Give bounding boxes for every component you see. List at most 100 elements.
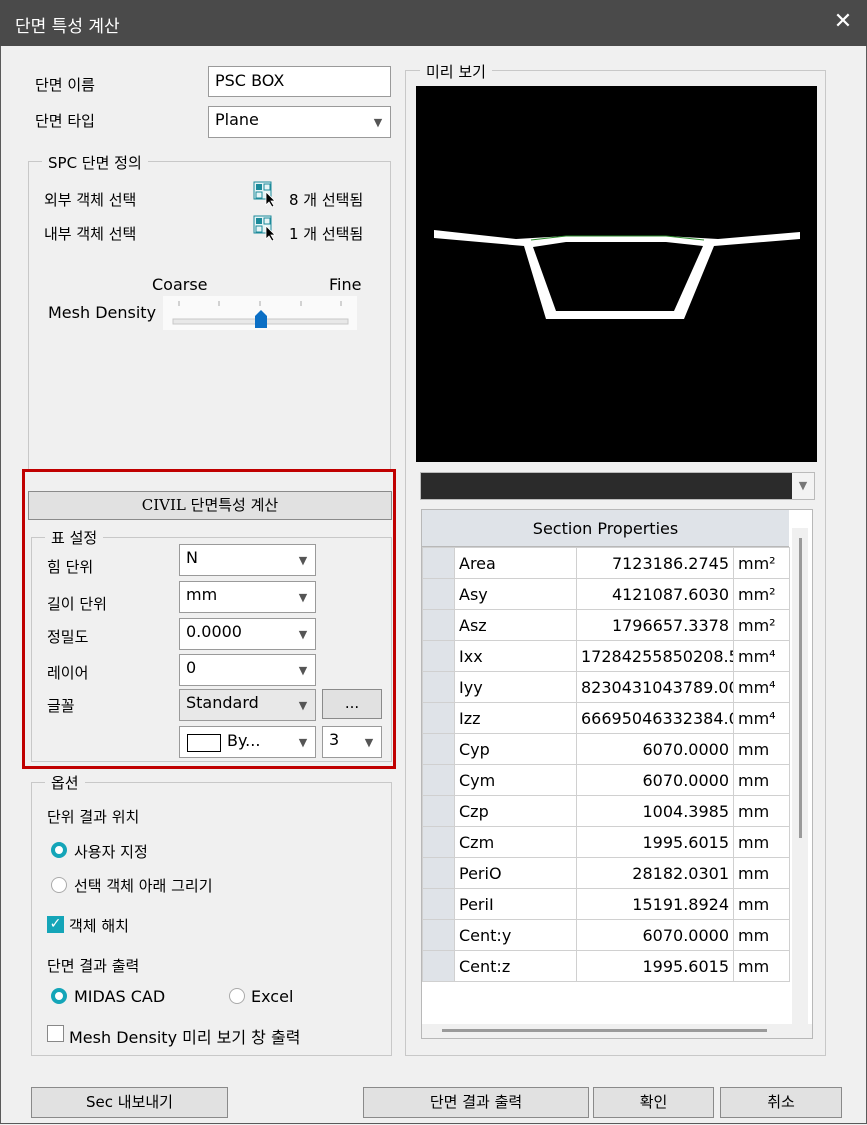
property-unit: mm bbox=[733, 919, 790, 951]
table-row[interactable]: PeriO 28182.0301 mm bbox=[422, 857, 790, 889]
h-scrollbar-thumb[interactable] bbox=[442, 1029, 767, 1032]
row-header-cell bbox=[422, 857, 455, 889]
section-properties-grid[interactable]: Section Properties Area 7123186.2745 mm² As… bbox=[421, 509, 813, 1039]
preview-group-label: 미리 보기 bbox=[420, 61, 492, 82]
row-header-cell bbox=[422, 795, 455, 827]
check-icon: ✓ bbox=[49, 916, 62, 932]
close-icon[interactable]: ✕ bbox=[829, 8, 857, 36]
preview-color-select[interactable]: ▼ bbox=[420, 472, 815, 500]
chevron-down-icon: ▼ bbox=[373, 115, 383, 129]
property-name: Cent:y bbox=[454, 919, 577, 951]
property-name: Czp bbox=[454, 795, 577, 827]
result-position-label: 단위 결과 위치 bbox=[47, 808, 140, 826]
row-header-cell bbox=[422, 764, 455, 796]
property-value: 1004.3985 bbox=[576, 795, 734, 827]
property-value: 6070.0000 bbox=[576, 919, 734, 951]
property-unit: mm bbox=[733, 950, 790, 982]
slider-thumb[interactable] bbox=[254, 310, 267, 328]
window-title: 단면 특성 계산 bbox=[15, 17, 120, 37]
inner-select-status: 1 개 선택됨 bbox=[289, 225, 364, 243]
table-row[interactable]: Asy 4121087.6030 mm² bbox=[422, 578, 790, 610]
section-name-input[interactable]: PSC BOX bbox=[208, 66, 391, 97]
table-row[interactable]: Cyp 6070.0000 mm bbox=[422, 733, 790, 765]
mesh-fine-label: Fine bbox=[329, 275, 362, 294]
table-row[interactable]: PeriI 15191.8924 mm bbox=[422, 888, 790, 920]
section-preview-canvas bbox=[416, 86, 817, 462]
scrollbar-thumb[interactable] bbox=[799, 538, 802, 838]
cancel-button[interactable]: 취소 bbox=[720, 1087, 842, 1118]
mesh-preview-label: Mesh Density 미리 보기 창 출력 bbox=[69, 1028, 301, 1047]
row-header-cell bbox=[422, 640, 455, 672]
section-properties-table: Area 7123186.2745 mm² Asy 4121087.6030 mm² Asz… bbox=[422, 547, 790, 982]
table-row[interactable]: Czm 1995.6015 mm bbox=[422, 826, 790, 858]
property-name: Izz bbox=[454, 702, 577, 734]
horizontal-scrollbar[interactable] bbox=[422, 1024, 812, 1038]
property-value: 7123186.2745 bbox=[576, 547, 734, 579]
table-row[interactable]: Czp 1004.3985 mm bbox=[422, 795, 790, 827]
row-header-cell bbox=[422, 919, 455, 951]
property-unit: mm² bbox=[733, 547, 790, 579]
property-value: 15191.8924 bbox=[576, 888, 734, 920]
table-row[interactable]: Cym 6070.0000 mm bbox=[422, 764, 790, 796]
chevron-down-icon: ▼ bbox=[792, 473, 814, 499]
table-row[interactable]: Asz 1796657.3378 mm² bbox=[422, 609, 790, 641]
row-header-cell bbox=[422, 950, 455, 982]
inner-select-label: 내부 객체 선택 bbox=[44, 225, 137, 243]
table-row[interactable]: Area 7123186.2745 mm² bbox=[422, 547, 790, 579]
property-unit: mm² bbox=[733, 578, 790, 610]
property-unit: mm bbox=[733, 733, 790, 765]
property-name: Iyy bbox=[454, 671, 577, 703]
table-row[interactable]: Cent:y 6070.0000 mm bbox=[422, 919, 790, 951]
section-type-label: 단면 타입 bbox=[35, 112, 95, 130]
property-value: 1995.6015 bbox=[576, 826, 734, 858]
row-header-cell bbox=[422, 826, 455, 858]
section-name-label: 단면 이름 bbox=[35, 76, 95, 94]
inner-select-icon[interactable] bbox=[253, 215, 279, 242]
property-name: Asy bbox=[454, 578, 577, 610]
hatch-label: 객체 해치 bbox=[69, 917, 129, 935]
property-unit: mm⁴ bbox=[733, 671, 790, 703]
sec-export-button[interactable]: Sec 내보내기 bbox=[31, 1087, 228, 1118]
ok-button[interactable]: 확인 bbox=[593, 1087, 714, 1118]
property-name: Czm bbox=[454, 826, 577, 858]
property-value: 6070.0000 bbox=[576, 733, 734, 765]
property-value: 1995.6015 bbox=[576, 950, 734, 982]
mesh-density-slider[interactable] bbox=[163, 296, 357, 330]
highlight-box bbox=[22, 469, 396, 769]
title-bar: 단면 특성 계산 ✕ bbox=[0, 0, 867, 46]
property-name: PeriI bbox=[454, 888, 577, 920]
row-header-cell bbox=[422, 888, 455, 920]
vertical-scrollbar[interactable] bbox=[792, 528, 808, 1024]
table-row[interactable]: Iyy8230431043789.0000mm⁴ bbox=[422, 671, 790, 703]
radio-midas-cad[interactable] bbox=[51, 988, 67, 1004]
row-header-cell bbox=[422, 609, 455, 641]
property-unit: mm bbox=[733, 795, 790, 827]
radio-below-object-label: 선택 객체 아래 그리기 bbox=[74, 877, 213, 895]
property-value: 17284255850208.5... bbox=[576, 640, 734, 672]
row-header-cell bbox=[422, 733, 455, 765]
mesh-preview-checkbox[interactable] bbox=[47, 1025, 64, 1042]
property-value: 66695046332384.0... bbox=[576, 702, 734, 734]
radio-below-object[interactable] bbox=[51, 877, 67, 893]
property-unit: mm⁴ bbox=[733, 702, 790, 734]
spc-group-label: SPC 단면 정의 bbox=[42, 152, 148, 173]
outer-select-icon[interactable] bbox=[253, 181, 279, 208]
table-row[interactable]: Cent:z 1995.6015 mm bbox=[422, 950, 790, 982]
property-unit: mm bbox=[733, 857, 790, 889]
radio-user-defined[interactable] bbox=[51, 842, 67, 858]
row-header-cell bbox=[422, 578, 455, 610]
table-row[interactable]: Ixx17284255850208.5...mm⁴ bbox=[422, 640, 790, 672]
radio-excel[interactable] bbox=[229, 988, 245, 1004]
section-type-value: Plane bbox=[215, 110, 259, 129]
property-value: 8230431043789.0000 bbox=[576, 671, 734, 703]
section-output-button[interactable]: 단면 결과 출력 bbox=[363, 1087, 589, 1118]
radio-midas-cad-label: MIDAS CAD bbox=[74, 987, 166, 1006]
hatch-checkbox[interactable]: ✓ bbox=[47, 916, 64, 933]
property-value: 4121087.6030 bbox=[576, 578, 734, 610]
property-name: Cym bbox=[454, 764, 577, 796]
table-row[interactable]: Izz66695046332384.0...mm⁴ bbox=[422, 702, 790, 734]
mesh-density-label: Mesh Density bbox=[48, 303, 157, 322]
section-type-select[interactable]: Plane ▼ bbox=[208, 106, 391, 138]
property-unit: mm⁴ bbox=[733, 640, 790, 672]
property-name: Ixx bbox=[454, 640, 577, 672]
